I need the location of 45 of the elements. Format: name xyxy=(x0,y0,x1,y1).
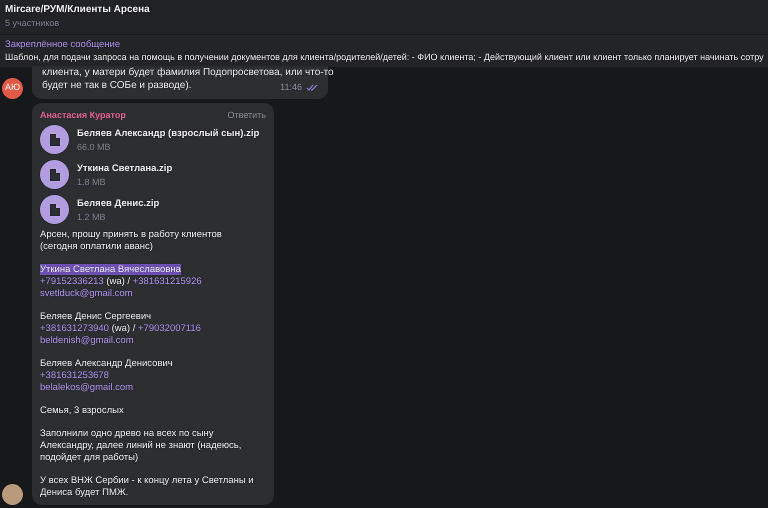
message-text: (сегодня оплатили аванс) xyxy=(40,241,153,253)
phone-link[interactable]: +381631215926 xyxy=(132,276,202,287)
message-text: Заполнили одно древо на всех по сыну xyxy=(40,428,214,440)
pinned-text: Шаблон, для подачи запроса на помощь в получении документов для клиента/родителей/детей: - ФИО клиента; - Действующий клиент или клиент только планирует начинать сотру xyxy=(5,51,764,63)
reply-button[interactable]: Ответить xyxy=(228,108,266,122)
file-icon xyxy=(48,202,60,216)
phone-link[interactable]: +79152336213 xyxy=(40,276,104,287)
phone-link[interactable]: +381631253678 xyxy=(40,370,109,381)
phone-note: (wa) / xyxy=(105,276,132,287)
message-text: будет не так в СОБе и разводе). xyxy=(42,79,192,92)
file-icon xyxy=(48,132,60,146)
file-name[interactable]: Уткина Светлана.zip xyxy=(77,162,172,176)
phone-note: (wa) / xyxy=(110,323,136,334)
file-download-button[interactable] xyxy=(40,195,69,224)
message-text: У всех ВНЖ Сербии - к концу лета у Светланы и xyxy=(40,475,254,487)
phone-link[interactable]: +381631273940 xyxy=(40,323,109,334)
message-text: Александру, далее линий не знают (надеюсь, xyxy=(40,440,242,452)
file-size: 1.2 MB xyxy=(77,210,107,222)
file-name[interactable]: Беляев Александр (взрослый сын).zip xyxy=(77,126,260,140)
message-text: подойдет для работы) xyxy=(40,452,138,464)
message-text: Арсен, прошу принять в работу клиентов xyxy=(40,229,222,241)
contact-name: Уткина Светлана Вячеславовна xyxy=(40,264,181,275)
chat-subtitle: 5 участников xyxy=(5,17,60,30)
pinned-message-bar[interactable]: Закреплённое сообщение Шаблон, для подачи запроса на помощь в получении документов для клиента/родителей/детей: - ФИО клиента; - Действующий клиент или клиент только планирует начинать сотру xyxy=(0,34,768,67)
file-size: 66.0 MB xyxy=(77,140,112,152)
file-size: 1.8 MB xyxy=(77,176,107,188)
avatar[interactable]: АЮ xyxy=(2,78,23,98)
pinned-label: Закреплённое сообщение xyxy=(5,38,122,51)
phone-link[interactable]: +79032007116 xyxy=(138,323,201,334)
email-link[interactable]: svetlduck@gmail.com xyxy=(40,288,133,299)
file-name[interactable]: Беляев Денис.zip xyxy=(77,196,160,210)
file-icon xyxy=(48,168,60,182)
sender-name[interactable]: Анастасия Куратор xyxy=(40,108,126,122)
contact-name: Беляев Денис Сергеевич xyxy=(40,311,152,322)
email-link[interactable]: belalekos@gmail.com xyxy=(40,382,134,393)
message-text: Семья, 3 взрослых xyxy=(40,405,124,417)
chat-title[interactable]: Mircare/РУМ/Клиенты Арсена xyxy=(5,3,763,17)
message-text: Дениса будет ПМЖ. xyxy=(40,487,128,499)
contact-name: Беляев Александр Денисович xyxy=(40,358,173,369)
file-download-button[interactable] xyxy=(40,160,69,189)
avatar-photo-placeholder[interactable] xyxy=(2,484,23,505)
file-download-button[interactable] xyxy=(40,125,69,154)
message-time: 11:46 xyxy=(280,81,302,94)
email-link[interactable]: beldenish@gmail.com xyxy=(40,335,134,346)
message-text: клиента, у матери будет фамилия Подопросветова, или что-то xyxy=(42,66,334,79)
